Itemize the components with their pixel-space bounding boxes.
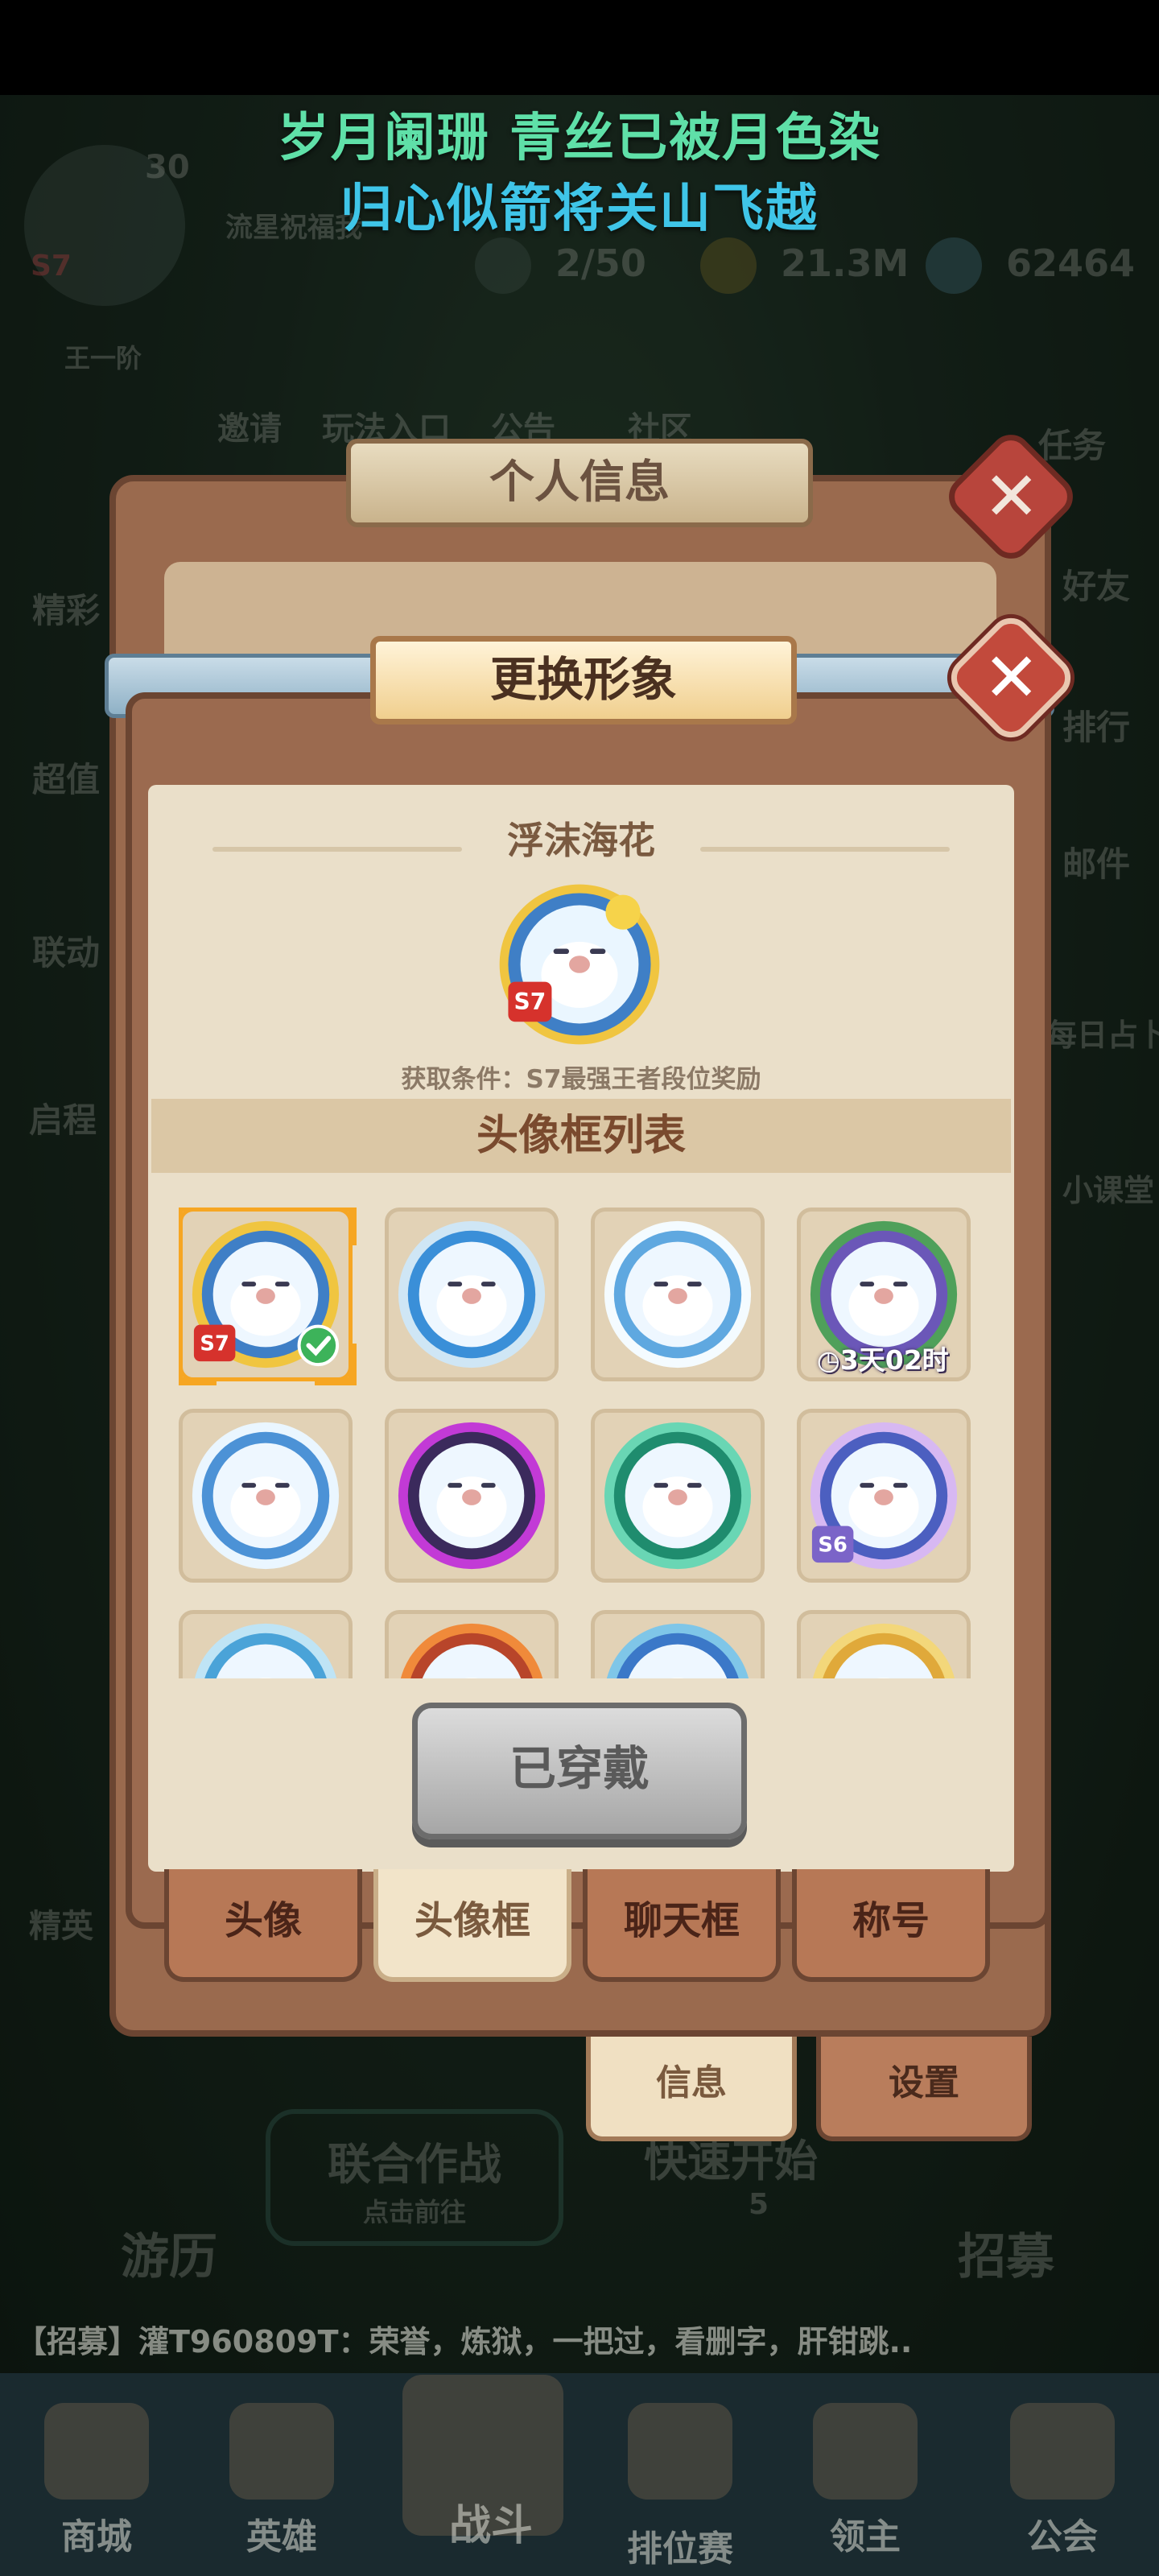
selection-corner-icon (315, 1344, 357, 1385)
status-bar (0, 0, 1159, 95)
avatar-frame-item[interactable] (179, 1409, 353, 1583)
avatar-frame-icon (398, 1422, 546, 1570)
season-badge-label: S6 (818, 1533, 847, 1557)
selection-corner-icon (315, 1208, 357, 1245)
lord-icon (813, 2403, 918, 2500)
preview-season-badge: S7 (514, 989, 547, 1015)
avatar-frame-item[interactable]: ◷3天02时 (797, 1208, 971, 1381)
close-icon: ✕ (983, 456, 1040, 536)
avatar-frame-icon: S6 (810, 1422, 958, 1570)
tab-title[interactable]: 称号 (792, 1869, 990, 1982)
avatar-frame-icon (192, 1422, 340, 1570)
tab-settings[interactable]: 设置 (816, 2037, 1032, 2141)
tab-chat-bubble[interactable]: 聊天框 (583, 1869, 781, 1982)
nav-battle[interactable]: 战斗 (410, 2491, 571, 2552)
nav-ranked[interactable]: 排位赛 (600, 2520, 761, 2571)
avatar-frame-item[interactable] (385, 1208, 559, 1381)
nav-guild[interactable]: 公会 (982, 2508, 1143, 2559)
tab-avatar[interactable]: 头像 (164, 1869, 362, 1982)
selection-corner-icon (179, 1344, 217, 1385)
close-icon: ✕ (983, 638, 1040, 717)
nav-lord[interactable]: 领主 (785, 2508, 946, 2559)
frame-expiry-timer: ◷3天02时 (817, 1344, 949, 1376)
avatar-frame-item[interactable] (591, 1610, 765, 1678)
avatar-frame-icon (812, 1623, 955, 1678)
chat-ticker[interactable]: 【招募】灌T960809T：荣誉，炼狱，一把过，看删字，肝钳跳.. (16, 2317, 1143, 2361)
avatar-frame-icon (400, 1623, 543, 1678)
avatar-frame-grid[interactable]: S7 ◷3天02时 S6 (179, 1208, 980, 1678)
avatar-frame-item[interactable] (385, 1610, 559, 1678)
hero-icon (229, 2403, 334, 2500)
frame-list-title: 头像框列表 (151, 1099, 1011, 1173)
avatar-frame-item[interactable] (797, 1610, 971, 1678)
personal-info-title: 个人信息 (346, 439, 813, 527)
preview-frame-name: 浮沫海花 (507, 819, 655, 862)
avatar-frame-icon (398, 1220, 546, 1368)
selection-corner-icon (179, 1208, 217, 1245)
equipped-button[interactable]: 已穿戴 (412, 1703, 747, 1839)
avatar-frame-icon (604, 1220, 752, 1368)
shop-icon (44, 2403, 149, 2500)
avatar-frame-item[interactable]: S6 (797, 1409, 971, 1583)
lyric-line-1: 岁月阑珊 青丝已被月色染 (277, 109, 882, 168)
lyric-line-2: 归心似箭将关山飞越 (340, 180, 819, 239)
preview-unlock-condition: 获取条件：S7最强王者段位奖励 (401, 1065, 761, 1094)
nav-shop[interactable]: 商城 (16, 2508, 177, 2559)
tab-info[interactable]: 信息 (586, 2037, 797, 2141)
guild-icon (1010, 2403, 1115, 2500)
avatar-frame-item[interactable]: S7 (179, 1208, 357, 1385)
nav-hero[interactable]: 英雄 (201, 2508, 362, 2559)
avatar-frame-item[interactable] (179, 1610, 353, 1678)
avatar-frame-item[interactable] (385, 1409, 559, 1583)
preview-avatar-frame: S7 (499, 884, 660, 1045)
dialog-title: 更换形象 (370, 636, 797, 724)
avatar-frame-icon (606, 1623, 749, 1678)
tab-avatar-frame[interactable]: 头像框 (373, 1869, 571, 1982)
avatar-frame-item[interactable] (591, 1409, 765, 1583)
avatar-frame-item[interactable] (591, 1208, 765, 1381)
avatar-frame-icon (604, 1422, 752, 1570)
ranked-icon (628, 2403, 732, 2500)
avatar-frame-icon (194, 1623, 337, 1678)
personal-info-tabs: 信息 设置 (586, 2037, 1037, 2141)
